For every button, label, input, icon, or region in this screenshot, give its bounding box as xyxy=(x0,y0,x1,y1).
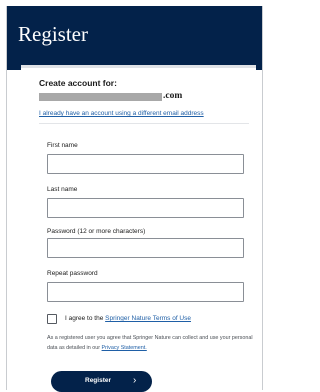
page-title: Register xyxy=(18,22,88,46)
terms-label: I agree to the Springer Nature Terms of … xyxy=(65,315,191,322)
divider xyxy=(39,123,249,124)
email-domain-suffix: .com xyxy=(163,91,183,101)
repeat-password-label: Repeat password xyxy=(47,270,98,277)
repeat-password-field[interactable] xyxy=(47,282,244,302)
first-name-field[interactable] xyxy=(47,154,244,174)
redacted-email xyxy=(39,93,162,101)
password-label: Password (12 or more characters) xyxy=(47,228,146,235)
terms-link[interactable]: Springer Nature Terms of Use xyxy=(105,315,191,322)
first-name-label: First name xyxy=(47,142,78,149)
privacy-notice-text: As a registered user you agree that Spri… xyxy=(47,335,253,351)
existing-account-link[interactable]: I already have an account using a differ… xyxy=(39,110,204,117)
password-field[interactable] xyxy=(47,238,244,258)
terms-checkbox[interactable] xyxy=(47,314,57,324)
create-account-label: Create account for: xyxy=(39,78,117,88)
chevron-right-icon: › xyxy=(133,375,137,386)
terms-prefix: I agree to the xyxy=(65,315,106,322)
register-button-label: Register xyxy=(85,377,112,384)
last-name-label: Last name xyxy=(47,186,78,193)
register-card: Create account for: .com I already have … xyxy=(21,65,257,392)
privacy-statement-link[interactable]: Privacy Statement. xyxy=(102,345,147,351)
register-panel: Register Create account for: .com I alre… xyxy=(6,6,263,392)
header-bar: Register xyxy=(7,6,262,70)
register-button[interactable]: Register › xyxy=(51,371,152,392)
last-name-field[interactable] xyxy=(47,198,244,218)
privacy-notice: As a registered user you agree that Spri… xyxy=(47,333,257,353)
